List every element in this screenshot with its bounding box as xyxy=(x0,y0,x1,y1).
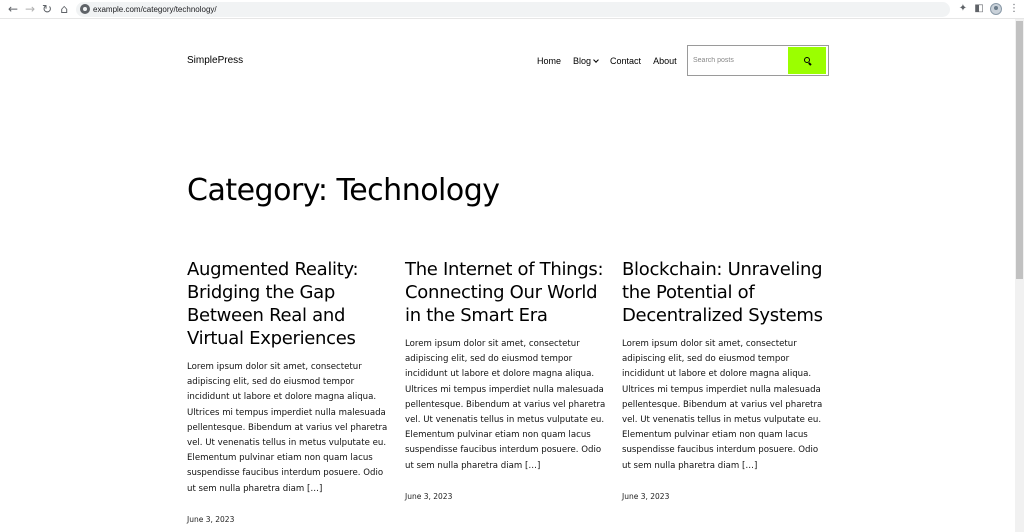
post-date[interactable]: June 3, 2023 xyxy=(187,515,394,525)
post-title[interactable]: Augmented Reality: Bridging the Gap Betw… xyxy=(187,258,394,350)
post-excerpt: Lorem ipsum dolor sit amet, consectetur … xyxy=(622,339,823,471)
post-title[interactable]: Blockchain: Unraveling the Potential of … xyxy=(622,258,829,327)
browser-menu-icon[interactable]: ⋮ xyxy=(1008,3,1020,15)
scrollbar-thumb[interactable] xyxy=(1016,21,1023,279)
post-title[interactable]: The Internet of Things: Connecting Our W… xyxy=(405,258,612,327)
post-card: Augmented Reality: Bridging the Gap Betw… xyxy=(187,258,394,525)
post-excerpt: Lorem ipsum dolor sit amet, consectetur … xyxy=(187,362,388,494)
address-bar-url: example.com/category/technology/ xyxy=(93,5,217,14)
site-title[interactable]: SimplePress xyxy=(187,54,243,68)
reload-icon[interactable]: ↻ xyxy=(40,2,54,16)
nav-item-blog[interactable]: Blog xyxy=(573,54,599,68)
search-button[interactable] xyxy=(788,47,826,74)
search-icon xyxy=(804,57,810,63)
nav-item-label: Contact xyxy=(610,56,642,66)
search-input[interactable] xyxy=(689,47,788,74)
page-scrollbar[interactable] xyxy=(1015,19,1024,532)
browser-toolbar: ← → ↻ ⌂ example.com/category/technology/… xyxy=(0,0,1024,19)
post-date[interactable]: June 3, 2023 xyxy=(405,492,612,502)
home-icon[interactable]: ⌂ xyxy=(57,2,71,16)
nav-item-label: Home xyxy=(537,56,562,66)
nav-item-home[interactable]: Home xyxy=(537,54,561,68)
address-bar[interactable]: example.com/category/technology/ xyxy=(76,2,950,17)
extensions-puzzle-icon[interactable]: ✦ xyxy=(957,3,969,15)
page-title: Category: Technology xyxy=(187,173,500,208)
site-info-icon[interactable] xyxy=(80,4,90,14)
profile-avatar[interactable] xyxy=(990,3,1002,15)
chevron-down-icon xyxy=(593,56,599,63)
post-excerpt: Lorem ipsum dolor sit amet, consectetur … xyxy=(405,339,606,471)
side-panel-icon[interactable]: ◧ xyxy=(973,3,985,15)
back-arrow-icon[interactable]: ← xyxy=(6,2,20,16)
nav-item-contact[interactable]: Contact xyxy=(610,54,641,68)
search-form xyxy=(687,45,829,76)
nav-item-about[interactable]: About xyxy=(653,54,677,68)
forward-arrow-icon[interactable]: → xyxy=(23,2,37,16)
main-navigation: Home Blog Contact About xyxy=(537,54,677,68)
nav-item-label: Blog xyxy=(573,56,592,66)
post-card: Blockchain: Unraveling the Potential of … xyxy=(622,258,829,502)
nav-item-label: About xyxy=(653,56,677,66)
post-card: The Internet of Things: Connecting Our W… xyxy=(405,258,612,502)
post-date[interactable]: June 3, 2023 xyxy=(622,492,829,502)
